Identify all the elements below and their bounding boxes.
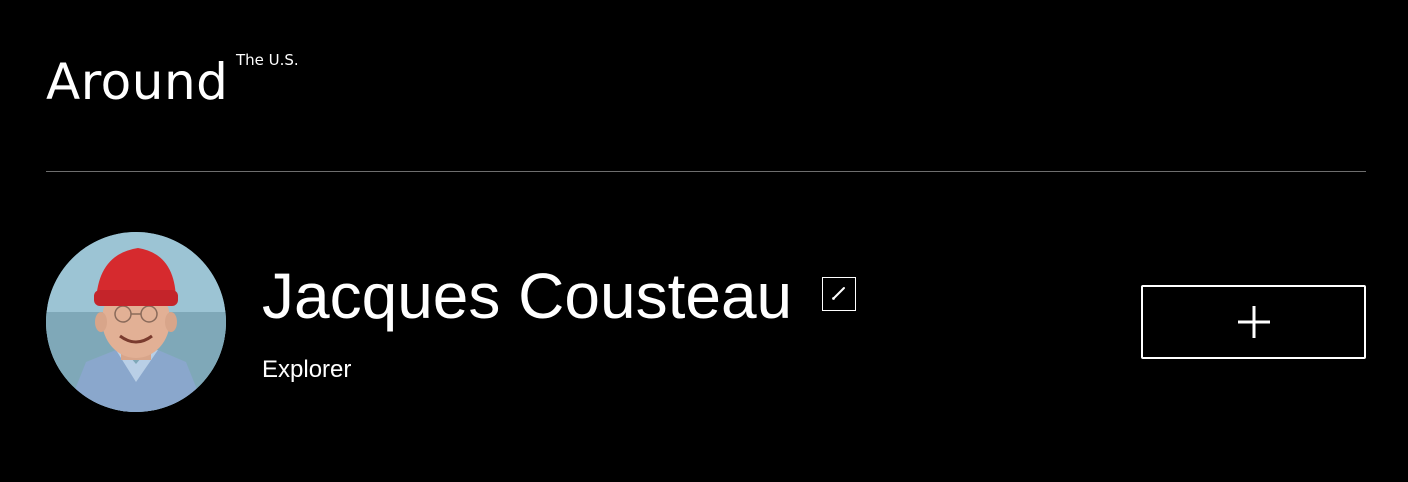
edit-button[interactable] [822, 277, 856, 311]
logo-superscript: The U.S. [236, 51, 299, 69]
profile-name: Jacques Cousteau [262, 260, 793, 332]
pencil-icon [832, 287, 845, 300]
plus-icon [1237, 306, 1270, 338]
profile-header: Jacques Cousteau Explorer [46, 232, 1366, 412]
portrait-photo [46, 232, 226, 412]
avatar [46, 232, 226, 412]
header-divider [46, 171, 1366, 172]
profile-role: Explorer [262, 356, 352, 383]
logo-wordmark: Around [46, 53, 229, 111]
follow-add-button[interactable] [1141, 285, 1366, 359]
site-logo[interactable]: Around The U.S. [46, 51, 446, 112]
